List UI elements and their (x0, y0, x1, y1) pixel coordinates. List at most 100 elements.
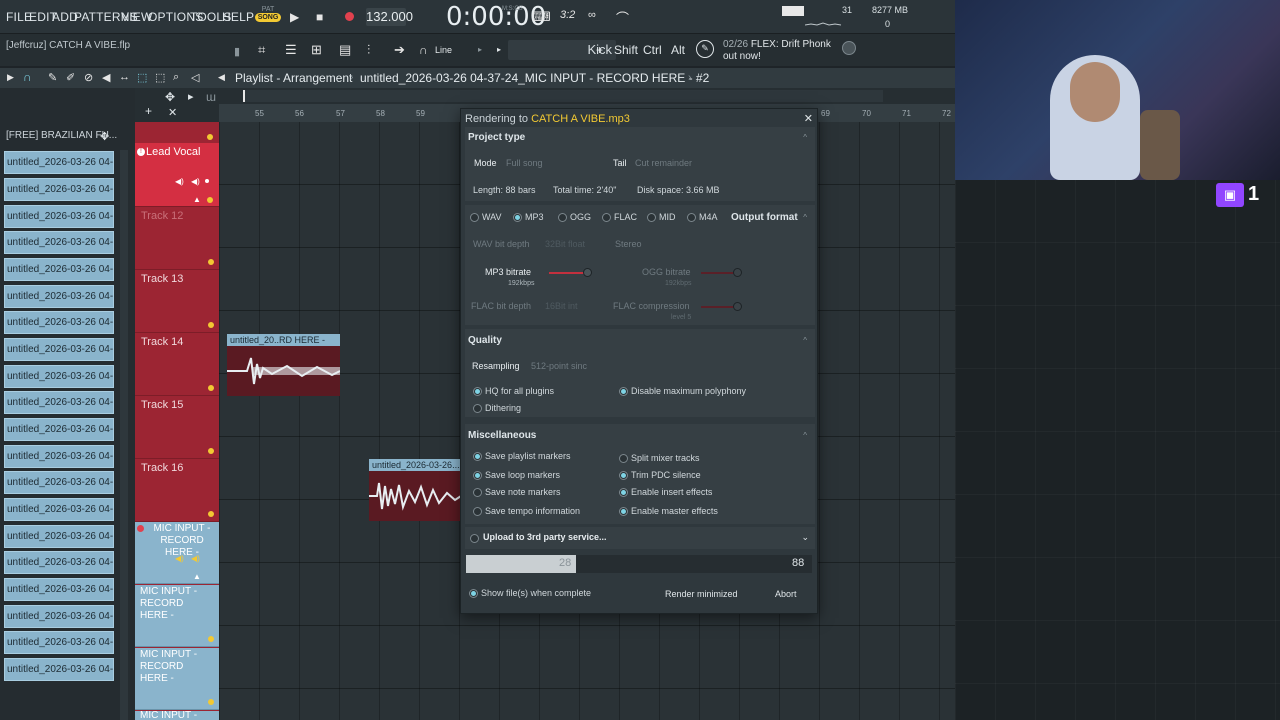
browser-item[interactable]: untitled_2026-03-26 04-... (4, 498, 114, 521)
slice-tool-icon[interactable]: ⬚ (155, 71, 165, 84)
flac-bit-depth-value[interactable]: 16Bit int (545, 301, 578, 311)
add-channel-icon[interactable]: + (596, 43, 603, 57)
browser-item[interactable]: untitled_2026-03-26 04-... (4, 178, 114, 201)
format-m4a-radio[interactable] (687, 213, 696, 222)
collapse-icon[interactable]: ^ (803, 133, 807, 142)
enable-master-checkbox[interactable] (619, 507, 628, 516)
stop-icon[interactable]: ■ (316, 10, 323, 24)
channel-arrow-icon[interactable]: ▸ (497, 45, 501, 54)
track-collapse-icon[interactable]: ▲ (193, 195, 201, 204)
audio-clip[interactable]: untitled_20..RD HERE - (227, 334, 341, 396)
ctrl-modifier[interactable]: Ctrl (643, 43, 662, 57)
track-16[interactable]: Track 16 (135, 459, 219, 522)
track-mute-icon[interactable]: ◀) (191, 554, 200, 563)
browser-item[interactable]: untitled_2026-03-26 04-... (4, 338, 114, 361)
stereo-label[interactable]: Stereo (615, 239, 642, 249)
track-audio-icon[interactable]: ◀) (175, 554, 184, 563)
enable-insert-checkbox[interactable] (619, 488, 628, 497)
zoom-tool-icon[interactable]: ⌕ (173, 71, 179, 84)
browser-item[interactable]: untitled_2026-03-26 04-... (4, 525, 114, 548)
tail-value[interactable]: Cut remainder (635, 158, 692, 168)
browser-item[interactable]: untitled_2026-03-26 04-... (4, 631, 114, 654)
pattern-menu-icon[interactable]: ◀ (218, 72, 225, 83)
browser-item[interactable]: untitled_2026-03-26 04-... (4, 231, 114, 254)
collapse-icon[interactable]: ^ (803, 431, 807, 440)
playlist-icon[interactable]: ☰ (285, 42, 297, 58)
mixer-icon[interactable]: ⫶ (367, 42, 370, 58)
browser-item[interactable]: untitled_2026-03-26 04-... (4, 311, 114, 334)
dithering-checkbox[interactable] (473, 404, 482, 413)
track-mic-input-1[interactable]: MIC INPUT - RECORD HERE - ◀) ◀) ▲ (135, 522, 219, 584)
move-track-icon[interactable]: ✥ (165, 90, 175, 104)
format-flac-radio[interactable] (602, 213, 611, 222)
paint-tool-icon[interactable]: ✐ (66, 71, 75, 84)
track-12[interactable]: Track 12 (135, 207, 219, 270)
hq-plugins-checkbox[interactable] (473, 387, 482, 396)
collapse-icon[interactable]: ^ (803, 336, 807, 345)
resampling-value[interactable]: 512-point sinc (531, 361, 587, 371)
playlist-grid-right[interactable] (955, 180, 1280, 720)
browser-item[interactable]: untitled_2026-03-26 04-... (4, 391, 114, 414)
track-mute-icon[interactable]: ◀) (191, 177, 200, 186)
disable-polyphony-checkbox[interactable] (619, 387, 628, 396)
play-icon[interactable]: ▶ (290, 10, 299, 24)
track-mic-input-4[interactable]: MIC INPUT - (135, 711, 219, 720)
browser-item[interactable]: untitled_2026-03-26 04-... (4, 605, 114, 628)
save-playlist-markers-checkbox[interactable] (473, 452, 482, 461)
ogg-bitrate-knob[interactable] (733, 268, 742, 277)
browser-item[interactable]: untitled_2026-03-26 04-... (4, 151, 114, 174)
overview-scroller[interactable] (243, 90, 883, 102)
mute-tool-icon[interactable]: ◀ (102, 71, 110, 84)
playlist-menu-icon[interactable]: ▶ (7, 72, 14, 83)
pat-song-toggle[interactable]: PAT SONG (255, 6, 281, 28)
track-record-icon[interactable] (137, 525, 144, 532)
browser-item[interactable]: untitled_2026-03-26 04-... (4, 258, 114, 281)
record-icon[interactable] (345, 12, 354, 21)
browser-item[interactable]: untitled_2026-03-26 04-... (4, 658, 114, 681)
browser-scrollbar[interactable] (120, 150, 128, 720)
piano-roll-icon[interactable]: ⊞ (311, 42, 322, 58)
track-lead-vocal[interactable]: ! Lead Vocal ◀) ◀) ▲ (135, 143, 219, 207)
snap-mode-label[interactable]: Line (435, 45, 452, 55)
wav-bit-depth-value[interactable]: 32Bit float (545, 239, 585, 249)
collapse-icon[interactable]: ^ (803, 213, 807, 222)
flac-compression-knob[interactable] (733, 302, 742, 311)
save-note-markers-checkbox[interactable] (473, 488, 482, 497)
loop-record-icon[interactable]: ∞ (588, 9, 596, 21)
tempo-display[interactable]: 132.000 (366, 8, 413, 26)
browser-item[interactable]: untitled_2026-03-26 04-... (4, 285, 114, 308)
render-minimized-button[interactable]: Render minimized (665, 589, 738, 599)
browser-item[interactable]: untitled_2026-03-26 04-... (4, 205, 114, 228)
nav-arrow-icon[interactable]: ▸ (188, 90, 194, 103)
channel-rack-icon[interactable]: ▤ (339, 42, 351, 58)
browser-item[interactable]: untitled_2026-03-26 04-... (4, 551, 114, 574)
shift-modifier[interactable]: Shift (614, 43, 638, 57)
save-tempo-checkbox[interactable] (473, 507, 482, 516)
split-mixer-checkbox[interactable] (619, 454, 628, 463)
snap-icon[interactable]: ⌗ (258, 42, 265, 58)
playback-tool-icon[interactable]: ◁ (191, 71, 199, 84)
magnet-icon[interactable]: ∩ (419, 43, 428, 57)
format-mp3-radio[interactable] (513, 213, 522, 222)
alt-modifier[interactable]: Alt (671, 43, 685, 57)
track-13[interactable]: Track 13 (135, 270, 219, 333)
browser-item[interactable]: untitled_2026-03-26 04-... (4, 471, 114, 494)
add-track-icon[interactable]: + (145, 104, 152, 118)
track-14[interactable]: Track 14 (135, 333, 219, 396)
snap-arrow-icon[interactable]: ▸ (478, 45, 482, 54)
select-tool-icon[interactable]: ⬚ (137, 71, 147, 84)
upload-checkbox[interactable] (470, 534, 479, 543)
track-mic-input-2[interactable]: MIC INPUT - RECORD HERE - (135, 585, 219, 647)
track-collapse-icon[interactable]: ▲ (193, 572, 201, 581)
trim-pdc-checkbox[interactable] (619, 471, 628, 480)
magnet-icon[interactable]: ∩ (23, 70, 32, 84)
track-audio-icon[interactable]: ◀) (175, 177, 184, 186)
menu-help[interactable]: HELP (222, 10, 254, 24)
news-icon[interactable]: ✎ (696, 40, 714, 58)
arrow-right-icon[interactable]: ➔ (394, 42, 405, 58)
track-mic-input-3[interactable]: MIC INPUT - RECORD HERE - (135, 648, 219, 710)
close-icon[interactable]: ✕ (804, 112, 813, 125)
close-track-icon[interactable]: ✕ (168, 106, 177, 119)
master-volume-knob[interactable] (842, 41, 856, 55)
playhead-marker[interactable] (243, 90, 245, 102)
